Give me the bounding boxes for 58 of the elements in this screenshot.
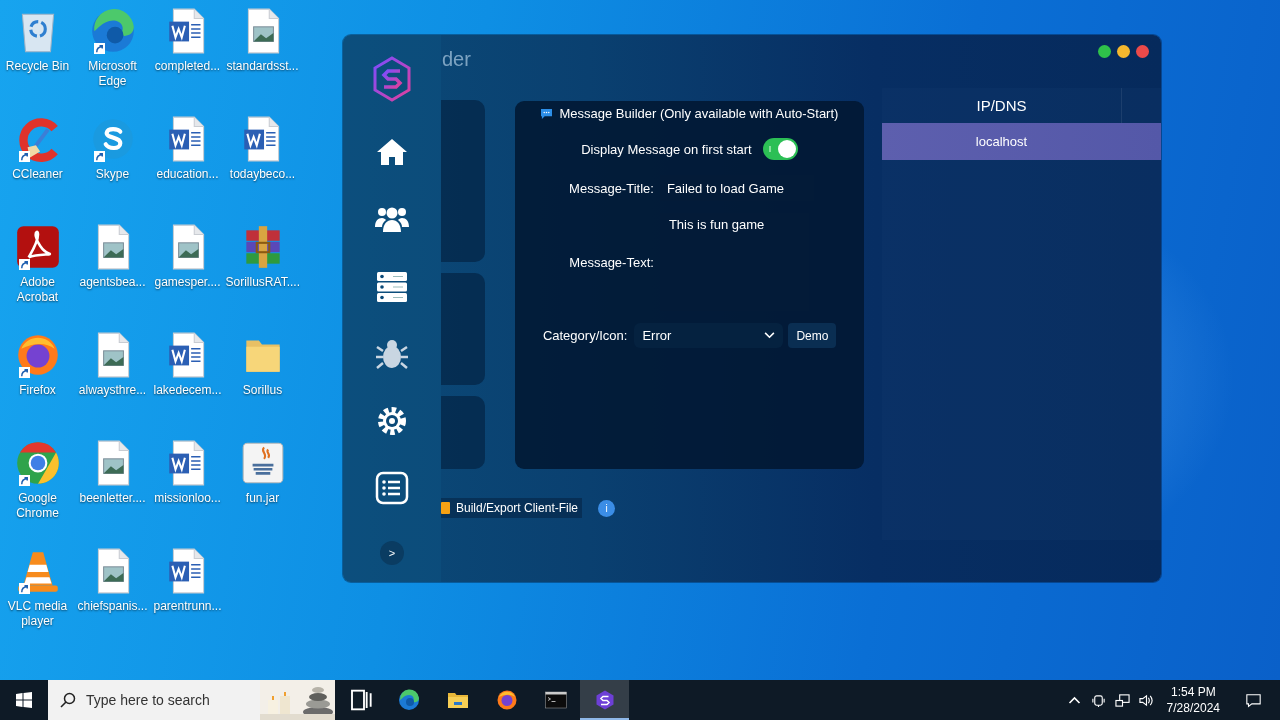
desktop-icon-label[interactable]: Google Chrome xyxy=(0,491,75,521)
desktop-icon-label[interactable]: beenletter.... xyxy=(75,491,150,506)
info-button[interactable]: i xyxy=(598,499,616,517)
desktop-icon-label[interactable]: completed... xyxy=(150,59,225,74)
window-button[interactable] xyxy=(1098,45,1111,58)
terminal-icon xyxy=(543,688,568,712)
desktop-icon-label[interactable]: chiefspanis... xyxy=(75,599,150,614)
desktop-icon-label[interactable]: agentsbea... xyxy=(75,275,150,290)
desktop-icon-label[interactable]: SorillusRAT.... xyxy=(225,275,300,290)
desktop-icon-label[interactable]: Adobe Acrobat xyxy=(0,275,75,305)
desktop-icon-label[interactable]: lakedecem... xyxy=(150,383,225,398)
network-icon[interactable] xyxy=(1115,692,1131,708)
toggle-label: Display Message on first start xyxy=(581,141,752,157)
expand-button[interactable]: > xyxy=(380,541,404,565)
chat-bubble-icon xyxy=(540,107,554,119)
switch-knob xyxy=(777,140,796,158)
list-icon[interactable] xyxy=(375,470,409,505)
desktop-icon-label[interactable]: Firefox xyxy=(0,383,75,398)
toggle-switch[interactable]: I xyxy=(762,138,798,160)
window-title: der xyxy=(442,48,471,71)
field-label: Message-Text: xyxy=(568,254,654,270)
field-label: Category/Icon: xyxy=(542,328,628,343)
search-field[interactable]: Type here to search xyxy=(86,692,250,708)
speaker-icon[interactable] xyxy=(1139,692,1155,708)
desktop-icon-label[interactable]: todaybeco... xyxy=(225,167,300,182)
desktop-icon-label[interactable]: Sorillus xyxy=(225,383,300,398)
file-icon xyxy=(441,502,450,514)
clock-time[interactable]: 1:54 PM xyxy=(1170,684,1216,700)
server-icon[interactable] xyxy=(375,269,409,304)
desktop-icon-label[interactable]: fun.jar xyxy=(225,491,300,506)
search-icon xyxy=(60,692,76,708)
table-row[interactable]: localhost xyxy=(882,123,1161,160)
table-cell-text: localhost xyxy=(974,134,1029,149)
desktop-icon-label[interactable]: CCleaner xyxy=(0,167,75,182)
desktop-icon-label[interactable]: VLC media player xyxy=(0,599,75,629)
desktop-icon-label[interactable]: education... xyxy=(150,167,225,182)
windows-logo-icon xyxy=(16,692,32,708)
field-label: Message-Title: xyxy=(568,180,654,196)
desktop-icon-label[interactable]: parentrunn... xyxy=(150,599,225,614)
desktop-icon-label[interactable]: missionloo... xyxy=(150,491,225,506)
desktop-icon-label[interactable]: gamesper.... xyxy=(150,275,225,290)
panel-title: Message Builder (Only available with Auto-Start) xyxy=(559,105,839,121)
desktop-icon-label[interactable]: Microsoft Edge xyxy=(75,59,150,89)
category-dropdown[interactable]: Error xyxy=(634,323,784,348)
window-button[interactable] xyxy=(1117,45,1130,58)
clock-date[interactable]: 7/28/2024 xyxy=(1166,700,1220,716)
desktop-icon-label[interactable]: alwaysthre... xyxy=(75,383,150,398)
build-export-button[interactable]: Build/Export Client-File xyxy=(441,498,583,518)
notifications-icon[interactable] xyxy=(1245,692,1261,708)
demo-button[interactable]: Demo xyxy=(788,323,837,348)
desktop-icon-label[interactable]: Skype xyxy=(75,167,150,182)
switch-mark: I xyxy=(768,143,772,156)
desktop-icon-label[interactable]: standardsst... xyxy=(225,59,300,74)
chevron-down-icon xyxy=(764,332,776,339)
browser-icon xyxy=(396,688,421,712)
desktop-icon-label[interactable]: Recycle Bin xyxy=(0,59,75,74)
window-button[interactable] xyxy=(1136,45,1149,58)
device-icon[interactable] xyxy=(1091,692,1107,708)
